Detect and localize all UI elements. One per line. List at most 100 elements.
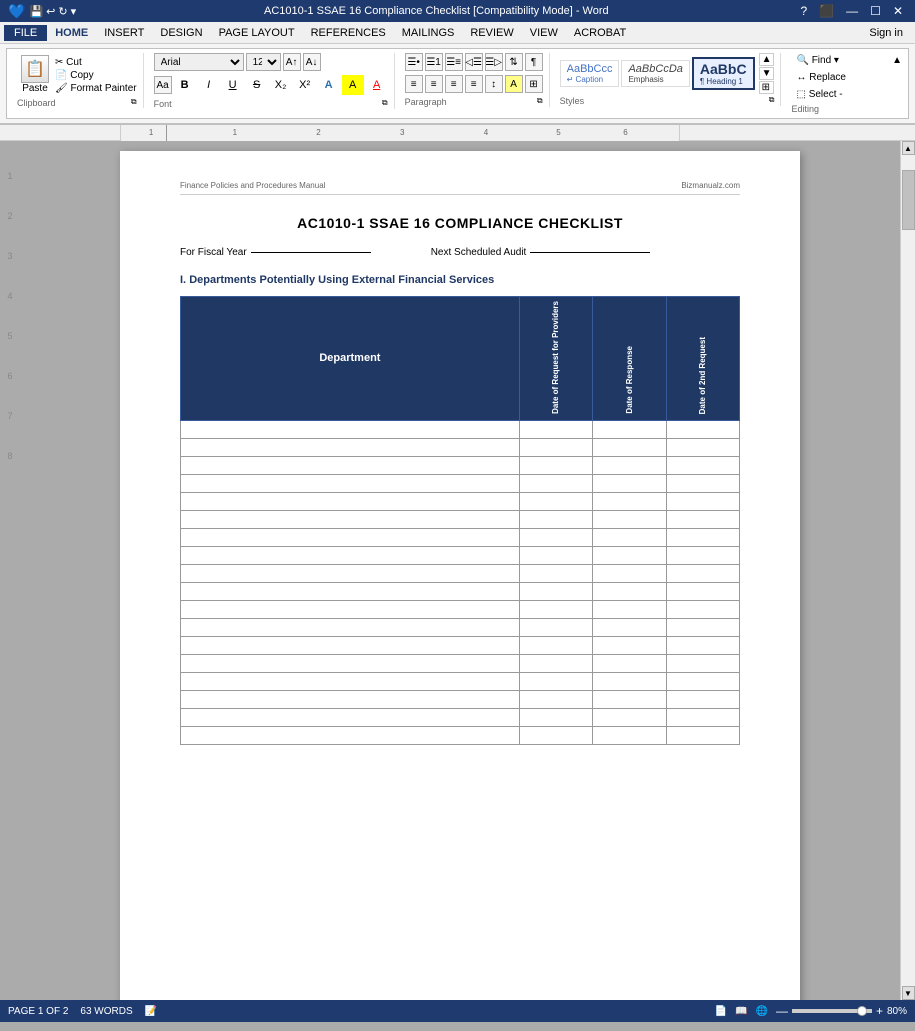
table-cell-col2[interactable] [593,690,666,708]
table-cell-dept[interactable] [181,582,520,600]
table-row[interactable] [181,654,740,672]
table-cell-col1[interactable] [519,690,592,708]
table-cell-col1[interactable] [519,492,592,510]
multilevel-btn[interactable]: ☰≡ [445,53,463,71]
table-cell-col1[interactable] [519,582,592,600]
table-row[interactable] [181,726,740,744]
clear-format-btn[interactable]: Aa [154,76,172,94]
table-cell-col2[interactable] [593,438,666,456]
table-cell-col3[interactable] [666,564,739,582]
highlight-btn[interactable]: A [342,75,364,95]
font-size-select[interactable]: 12 [246,53,281,71]
table-cell-col2[interactable] [593,456,666,474]
table-cell-col3[interactable] [666,474,739,492]
select-button[interactable]: ⬚ Select - [791,87,847,102]
ribbon-collapse-btn[interactable]: ▲ [890,53,904,68]
table-row[interactable] [181,528,740,546]
table-row[interactable] [181,438,740,456]
table-cell-dept[interactable] [181,546,520,564]
table-cell-col2[interactable] [593,618,666,636]
clipboard-expand-icon[interactable]: ⧉ [131,97,137,107]
text-effects-btn[interactable]: A [318,75,340,95]
table-cell-col3[interactable] [666,636,739,654]
table-cell-dept[interactable] [181,618,520,636]
styles-expand-icon[interactable]: ⧉ [769,95,775,105]
styles-scroll-up[interactable]: ▲ ▼ ⊞ [759,53,775,94]
menu-item-insert[interactable]: INSERT [96,25,152,41]
zoom-slider[interactable] [792,1009,872,1013]
increase-indent-btn[interactable]: ☰▷ [485,53,503,71]
table-cell-dept[interactable] [181,564,520,582]
table-row[interactable] [181,546,740,564]
table-cell-col1[interactable] [519,474,592,492]
table-cell-col3[interactable] [666,708,739,726]
decrease-indent-btn[interactable]: ◁☰ [465,53,483,71]
zoom-out-btn[interactable]: — [776,1004,788,1018]
table-cell-dept[interactable] [181,654,520,672]
document-page[interactable]: Finance Policies and Procedures Manual B… [120,151,800,1000]
menu-item-acrobat[interactable]: ACROBAT [566,25,634,41]
scrollbar-right[interactable]: ▲ ▼ [900,141,915,1000]
table-cell-col3[interactable] [666,438,739,456]
table-row[interactable] [181,708,740,726]
table-cell-col3[interactable] [666,510,739,528]
fiscal-year-line[interactable] [251,252,371,253]
show-marks-btn[interactable]: ¶ [525,53,543,71]
table-cell-col1[interactable] [519,636,592,654]
table-row[interactable] [181,474,740,492]
table-cell-col2[interactable] [593,492,666,510]
document-title[interactable]: AC1010-1 SSAE 16 COMPLIANCE CHECKLIST [180,215,740,231]
view-read-btn[interactable]: 📖 [735,1006,747,1017]
shading-btn[interactable]: A [505,75,523,93]
zoom-control[interactable]: — + 80% [776,1004,907,1018]
replace-button[interactable]: ↔ Replace [791,70,850,85]
bold-btn[interactable]: B [174,75,196,95]
borders-btn[interactable]: ⊞ [525,75,543,93]
strikethrough-btn[interactable]: S [246,75,268,95]
table-cell-dept[interactable] [181,708,520,726]
table-row[interactable] [181,618,740,636]
table-cell-dept[interactable] [181,636,520,654]
view-print-btn[interactable]: 📄 [715,1006,727,1017]
table-cell-col3[interactable] [666,492,739,510]
table-row[interactable] [181,492,740,510]
quick-access[interactable]: 💾 ↩ ↻ ▾ [29,5,76,18]
minimize-btn[interactable]: — [842,4,862,18]
next-audit-line[interactable] [530,252,650,253]
menu-item-view[interactable]: VIEW [522,25,566,41]
ribbon-toggle-btn[interactable]: ⬛ [815,4,838,18]
justify-btn[interactable]: ≡ [465,75,483,93]
table-cell-col1[interactable] [519,528,592,546]
align-left-btn[interactable]: ≡ [405,75,423,93]
zoom-in-btn[interactable]: + [876,1004,883,1018]
format-painter-button[interactable]: 🖌 Format Painter [55,83,137,94]
table-row[interactable] [181,600,740,618]
table-cell-col2[interactable] [593,726,666,744]
table-cell-dept[interactable] [181,492,520,510]
table-row[interactable] [181,420,740,438]
menu-item-page-layout[interactable]: PAGE LAYOUT [211,25,303,41]
table-cell-col3[interactable] [666,456,739,474]
table-cell-col2[interactable] [593,672,666,690]
table-cell-dept[interactable] [181,600,520,618]
font-name-select[interactable]: Arial [154,53,244,71]
table-cell-col2[interactable] [593,708,666,726]
style-emphasis[interactable]: AaBbCcDa Emphasis [621,60,689,87]
table-cell-col3[interactable] [666,672,739,690]
table-row[interactable] [181,582,740,600]
menu-item-review[interactable]: REVIEW [462,25,521,41]
table-cell-col2[interactable] [593,564,666,582]
table-cell-col1[interactable] [519,564,592,582]
table-cell-col1[interactable] [519,546,592,564]
numbering-btn[interactable]: ☰1 [425,53,443,71]
table-cell-col1[interactable] [519,456,592,474]
table-cell-col2[interactable] [593,582,666,600]
menu-item-file[interactable]: FILE [4,25,47,41]
table-cell-col3[interactable] [666,726,739,744]
table-cell-dept[interactable] [181,420,520,438]
paste-button[interactable]: 📋 Paste [17,53,53,96]
align-right-btn[interactable]: ≡ [445,75,463,93]
table-cell-col1[interactable] [519,726,592,744]
table-cell-col2[interactable] [593,474,666,492]
italic-btn[interactable]: I [198,75,220,95]
